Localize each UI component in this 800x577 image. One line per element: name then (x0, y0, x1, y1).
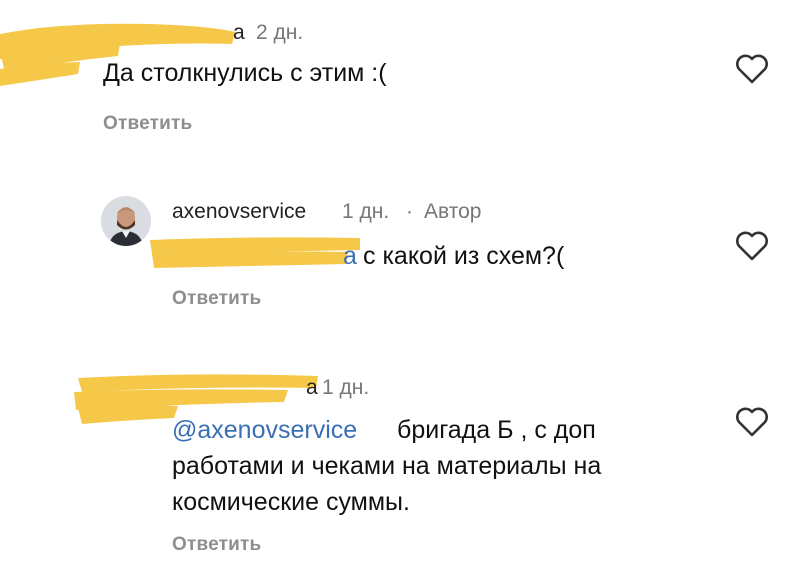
comment-3-mention[interactable]: @axenovservice (172, 413, 357, 447)
comment-2-time: 1 дн. (342, 200, 390, 223)
comment-3-time: 1 дн. (322, 376, 370, 399)
comment-3-reply-button[interactable]: Ответить (172, 534, 261, 556)
comment-3-text-line-1: бригада Б , с доп (397, 416, 596, 444)
comment-1-reply-button[interactable]: Ответить (103, 113, 192, 135)
redaction-scribble (150, 237, 360, 268)
comment-1-time: 2 дн. (256, 21, 304, 44)
comment-2-author-badge: Автор (424, 200, 482, 223)
comment-2-reply-button[interactable]: Ответить (172, 288, 261, 310)
comment-2-mention-fragment[interactable]: а (343, 239, 357, 273)
avatar-photo-icon (101, 196, 151, 246)
comment-2-separator: · (406, 200, 413, 223)
comment-3-text-line-2: работами и чеками на материалы на (172, 452, 602, 480)
comment-1-like-heart-icon[interactable] (734, 52, 770, 86)
comment-2-like-heart-icon[interactable] (734, 229, 770, 263)
comment-2-text: с какой из схем?( (363, 242, 565, 270)
comment-3-text-line-3: космические суммы. (172, 488, 410, 516)
comment-1-username-fragment[interactable]: а (233, 21, 245, 45)
comment-1-text: Да столкнулись с этим :( (103, 59, 387, 87)
comment-3-username-fragment[interactable]: а (306, 376, 318, 400)
comment-2-username[interactable]: axenovservice (172, 200, 306, 224)
avatar[interactable] (101, 196, 151, 246)
comment-3-like-heart-icon[interactable] (734, 405, 770, 439)
